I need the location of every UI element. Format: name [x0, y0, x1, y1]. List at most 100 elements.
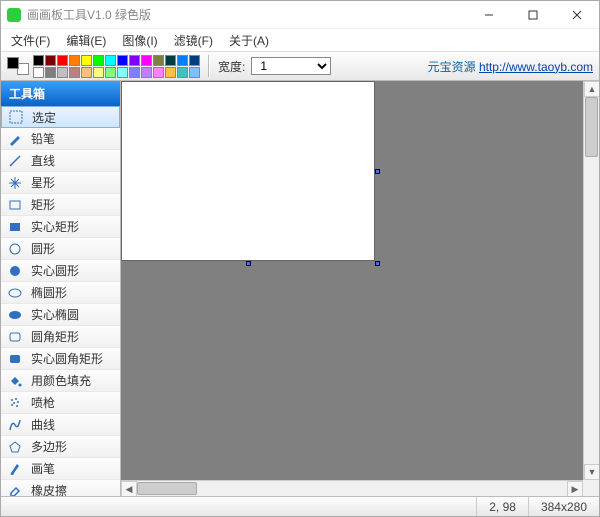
- scroll-corner: [583, 480, 599, 496]
- palette-swatch[interactable]: [153, 55, 164, 66]
- tool-polygon[interactable]: 多边形: [1, 436, 120, 458]
- palette-swatch[interactable]: [81, 67, 92, 78]
- window-controls: [467, 1, 599, 29]
- palette-swatch[interactable]: [129, 67, 140, 78]
- palette-swatch[interactable]: [153, 67, 164, 78]
- tool-line[interactable]: 直线: [1, 150, 120, 172]
- line-icon: [7, 154, 23, 168]
- star-icon: [7, 176, 23, 190]
- scroll-left-button[interactable]: ◀: [121, 481, 137, 496]
- tool-fillcircle[interactable]: 实心圆形: [1, 260, 120, 282]
- color-palette: [33, 55, 200, 78]
- tool-label: 实心椭圆: [31, 306, 79, 323]
- palette-swatch[interactable]: [57, 67, 68, 78]
- palette-swatch[interactable]: [165, 67, 176, 78]
- palette-swatch[interactable]: [69, 67, 80, 78]
- tool-ellipse[interactable]: 椭圆形: [1, 282, 120, 304]
- palette-swatch[interactable]: [177, 67, 188, 78]
- scrollbar-vertical[interactable]: ▲ ▼: [583, 81, 599, 480]
- width-select[interactable]: 1: [251, 57, 331, 75]
- resize-handle-corner[interactable]: [375, 261, 380, 266]
- tool-label: 用颜色填充: [31, 372, 91, 389]
- palette-swatch[interactable]: [105, 55, 116, 66]
- tool-label: 选定: [32, 109, 56, 126]
- pencil-icon: [7, 132, 23, 146]
- palette-swatch[interactable]: [117, 55, 128, 66]
- tool-rect[interactable]: 矩形: [1, 194, 120, 216]
- tool-eraser[interactable]: 橡皮擦: [1, 480, 120, 496]
- palette-swatch[interactable]: [69, 55, 80, 66]
- menu-file[interactable]: 文件(F): [5, 30, 56, 51]
- scroll-thumb-h[interactable]: [137, 482, 197, 495]
- scrollbar-horizontal[interactable]: ◀ ▶: [121, 480, 583, 496]
- tool-label: 实心圆形: [31, 262, 79, 279]
- palette-swatch[interactable]: [165, 55, 176, 66]
- menu-about[interactable]: 关于(A): [223, 30, 275, 51]
- palette-swatch[interactable]: [141, 67, 152, 78]
- palette-swatch[interactable]: [141, 55, 152, 66]
- palette-swatch[interactable]: [45, 55, 56, 66]
- fillellipse-icon: [7, 308, 23, 322]
- scroll-thumb-v[interactable]: [585, 97, 598, 157]
- tool-fillroundrect[interactable]: 实心圆角矩形: [1, 348, 120, 370]
- resize-handle-bottom[interactable]: [246, 261, 251, 266]
- menu-edit[interactable]: 编辑(E): [60, 30, 112, 51]
- scroll-up-button[interactable]: ▲: [584, 81, 599, 97]
- fillroundrect-icon: [7, 352, 23, 366]
- tool-star[interactable]: 星形: [1, 172, 120, 194]
- palette-swatch[interactable]: [33, 67, 44, 78]
- tool-brush[interactable]: 画笔: [1, 458, 120, 480]
- menu-image[interactable]: 图像(I): [116, 30, 163, 51]
- roundrect-icon: [7, 330, 23, 344]
- toolbox-title: 工具箱: [1, 81, 120, 106]
- brush-icon: [7, 462, 23, 476]
- palette-swatch[interactable]: [129, 55, 140, 66]
- scroll-right-button[interactable]: ▶: [567, 481, 583, 496]
- fg-color-swatch[interactable]: [7, 57, 19, 69]
- palette-swatch[interactable]: [105, 67, 116, 78]
- tool-fillrect[interactable]: 实心矩形: [1, 216, 120, 238]
- palette-swatch[interactable]: [81, 55, 92, 66]
- tool-circle[interactable]: 圆形: [1, 238, 120, 260]
- menu-filter[interactable]: 滤镜(F): [168, 30, 219, 51]
- palette-swatch[interactable]: [93, 55, 104, 66]
- tool-label: 圆形: [31, 240, 55, 257]
- main-area: 工具箱 选定铅笔直线星形矩形实心矩形圆形实心圆形椭圆形实心椭圆圆角矩形实心圆角矩…: [1, 81, 599, 496]
- palette-swatch[interactable]: [177, 55, 188, 66]
- tool-fill[interactable]: 用颜色填充: [1, 370, 120, 392]
- palette-swatch[interactable]: [45, 67, 56, 78]
- color-fgbg[interactable]: [7, 57, 29, 75]
- tool-label: 实心矩形: [31, 218, 79, 235]
- credit-link[interactable]: http://www.taoyb.com: [479, 60, 593, 74]
- palette-swatch[interactable]: [189, 55, 200, 66]
- scroll-down-button[interactable]: ▼: [584, 464, 599, 480]
- tool-list: 选定铅笔直线星形矩形实心矩形圆形实心圆形椭圆形实心椭圆圆角矩形实心圆角矩形用颜色…: [1, 106, 120, 496]
- tool-label: 喷枪: [31, 394, 55, 411]
- resize-handle-right[interactable]: [375, 169, 380, 174]
- menubar: 文件(F) 编辑(E) 图像(I) 滤镜(F) 关于(A): [1, 29, 599, 51]
- tool-label: 圆角矩形: [31, 328, 79, 345]
- palette-swatch[interactable]: [57, 55, 68, 66]
- minimize-button[interactable]: [467, 1, 511, 29]
- tool-spray[interactable]: 喷枪: [1, 392, 120, 414]
- toolbar: 宽度: 1 元宝资源 http://www.taoyb.com: [1, 51, 599, 81]
- close-button[interactable]: [555, 1, 599, 29]
- palette-swatch[interactable]: [93, 67, 104, 78]
- tool-curve[interactable]: 曲线: [1, 414, 120, 436]
- canvas-area: ▲ ▼ ◀ ▶: [121, 81, 599, 496]
- palette-swatch[interactable]: [33, 55, 44, 66]
- tool-pencil[interactable]: 铅笔: [1, 128, 120, 150]
- tool-select[interactable]: 选定: [1, 106, 120, 128]
- palette-swatch[interactable]: [189, 67, 200, 78]
- app-icon: [7, 8, 21, 22]
- tool-fillellipse[interactable]: 实心椭圆: [1, 304, 120, 326]
- maximize-button[interactable]: [511, 1, 555, 29]
- rect-icon: [7, 198, 23, 212]
- canvas[interactable]: [121, 81, 375, 261]
- tool-roundrect[interactable]: 圆角矩形: [1, 326, 120, 348]
- fillrect-icon: [7, 220, 23, 234]
- canvas-viewport[interactable]: [121, 81, 583, 480]
- palette-swatch[interactable]: [117, 67, 128, 78]
- credit-text: 元宝资源 http://www.taoyb.com: [428, 58, 593, 75]
- curve-icon: [7, 418, 23, 432]
